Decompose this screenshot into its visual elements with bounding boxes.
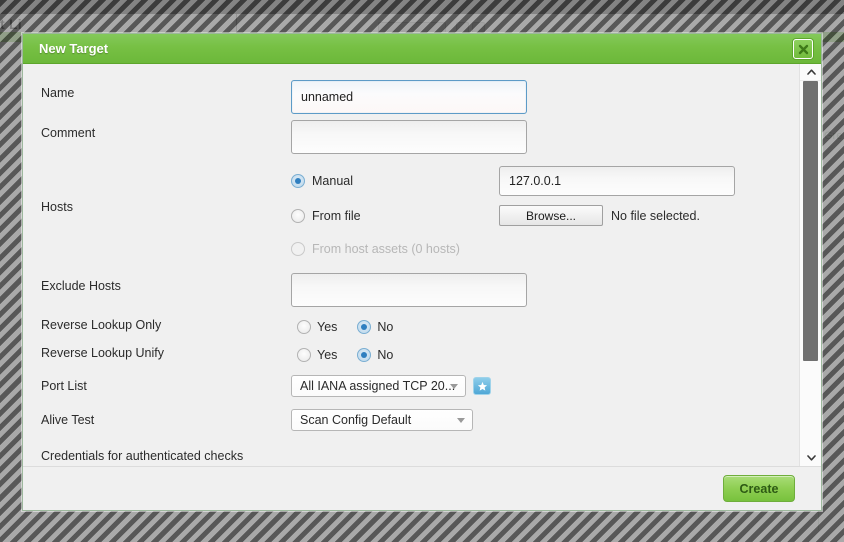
chevron-down-icon: [457, 418, 465, 423]
form-scroll-viewport: Name Comment Hosts: [23, 64, 799, 466]
radio-reverse-lookup-only-yes[interactable]: [297, 320, 311, 334]
hosts-manual-input[interactable]: [499, 166, 735, 196]
hosts-option-manual-label: Manual: [312, 174, 353, 188]
port-list-select[interactable]: All IANA assigned TCP 20...: [291, 375, 466, 397]
new-target-form: Name Comment Hosts: [23, 64, 799, 466]
radio-reverse-lookup-unify-yes[interactable]: [297, 348, 311, 362]
exclude-hosts-input[interactable]: [291, 273, 527, 307]
star-icon-port-list[interactable]: [473, 377, 491, 395]
alive-test-select-value: Scan Config Default: [300, 413, 412, 427]
exclude-hosts-label: Exclude Hosts: [41, 279, 121, 293]
form-scrollbar[interactable]: [799, 64, 821, 466]
form-row-port-list: Port List All IANA assigned TCP 20...: [23, 375, 799, 403]
hosts-label: Hosts: [41, 200, 73, 214]
hosts-option-from-file-label: From file: [312, 208, 361, 223]
form-row-exclude-hosts: Exclude Hosts: [23, 273, 799, 307]
radio-from-file[interactable]: [291, 208, 305, 223]
chevron-down-icon: [450, 384, 458, 389]
reverse-lookup-only-yes-label: Yes: [317, 320, 338, 334]
reverse-lookup-unify-label: Reverse Lookup Unify: [41, 346, 164, 360]
alive-test-label: Alive Test: [41, 413, 95, 427]
form-row-reverse-lookup-unify: Reverse Lookup Unify Yes No: [23, 341, 799, 369]
port-list-label: Port List: [41, 379, 87, 393]
chevron-up-icon[interactable]: [800, 64, 821, 80]
name-label: Name: [41, 86, 75, 100]
close-icon[interactable]: [793, 39, 813, 59]
alive-test-select[interactable]: Scan Config Default: [291, 409, 473, 431]
form-row-reverse-lookup-only: Reverse Lookup Only Yes No: [23, 313, 799, 341]
form-row-alive-test: Alive Test Scan Config Default: [23, 409, 799, 437]
hosts-option-manual[interactable]: Manual: [291, 167, 499, 196]
dialog-footer: Create: [23, 466, 821, 510]
file-status-text: No file selected.: [611, 208, 700, 223]
form-row-comment: Comment: [23, 120, 799, 154]
reverse-lookup-unify-yes-label: Yes: [317, 348, 338, 362]
name-input[interactable]: [291, 80, 527, 114]
credentials-heading: Credentials for authenticated checks: [41, 449, 244, 463]
form-row-hosts: Hosts Manual From file: [23, 166, 799, 263]
radio-from-host-assets: [291, 241, 305, 256]
new-target-dialog: New Target Name Comment: [22, 33, 822, 511]
hosts-option-from-assets-label: From host assets (0 hosts): [312, 241, 460, 256]
dialog-titlebar: New Target: [23, 34, 821, 64]
radio-reverse-lookup-unify-no[interactable]: [357, 348, 372, 362]
dialog-title: New Target: [39, 41, 109, 56]
reverse-lookup-only-label: Reverse Lookup Only: [41, 318, 162, 332]
hosts-option-from-file[interactable]: From file: [291, 201, 499, 230]
browse-button[interactable]: Browse...: [499, 205, 603, 226]
reverse-lookup-unify-unify-no-label: No: [377, 348, 394, 362]
create-button[interactable]: Create: [723, 475, 795, 502]
port-list-select-value: All IANA assigned TCP 20...: [300, 379, 456, 393]
scrollbar-thumb[interactable]: [803, 81, 818, 361]
radio-reverse-lookup-only-no[interactable]: [357, 320, 372, 334]
comment-input[interactable]: [291, 120, 527, 154]
hosts-option-from-assets: From host assets (0 hosts): [291, 234, 499, 263]
radio-manual[interactable]: [291, 174, 305, 188]
dialog-body: Name Comment Hosts: [23, 64, 821, 510]
comment-label: Comment: [41, 126, 96, 140]
reverse-lookup-only-no-label: No: [377, 320, 394, 334]
chevron-down-icon[interactable]: [800, 450, 821, 466]
form-row-name: Name: [23, 80, 799, 114]
